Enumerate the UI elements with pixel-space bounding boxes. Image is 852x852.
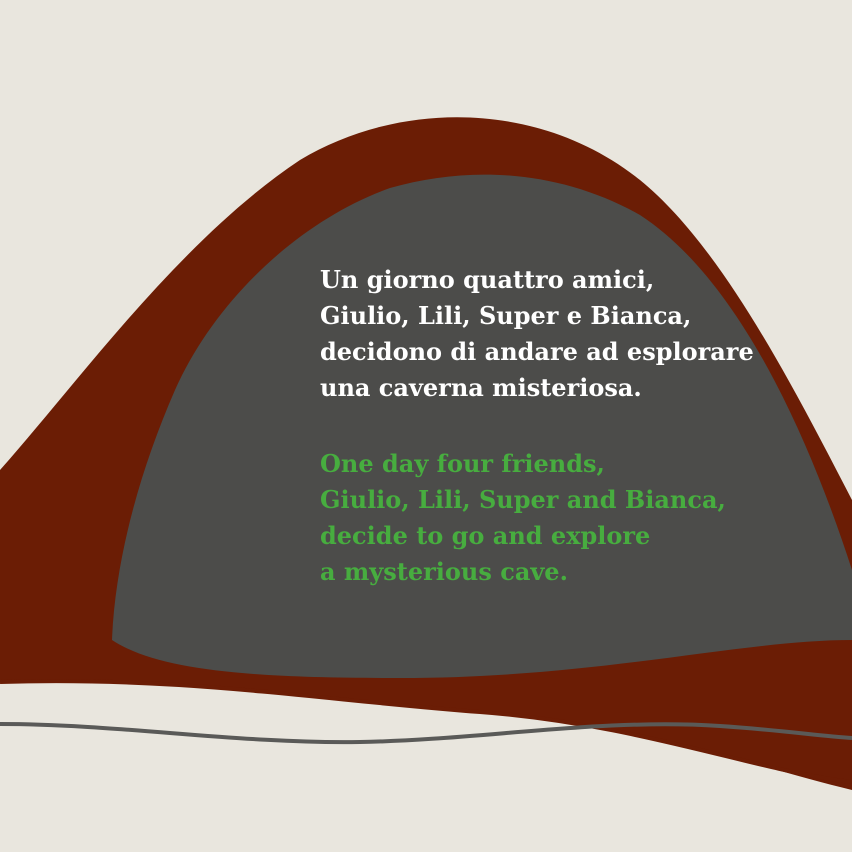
story-page: Un giorno quattro amici, Giulio, Lili, S… [0,0,852,852]
english-line: a mysterious cave. [320,557,568,586]
english-line: One day four friends, [320,449,605,478]
story-text: Un giorno quattro amici, Giulio, Lili, S… [320,262,780,590]
italian-line: una caverna misteriosa. [320,373,642,402]
italian-line: Un giorno quattro amici, [320,265,655,294]
italian-line: decidono di andare ad esplorare [320,337,754,366]
english-line: decide to go and explore [320,521,651,550]
italian-paragraph: Un giorno quattro amici, Giulio, Lili, S… [320,262,780,406]
english-paragraph: One day four friends, Giulio, Lili, Supe… [320,446,780,590]
italian-line: Giulio, Lili, Super e Bianca, [320,301,692,330]
english-line: Giulio, Lili, Super and Bianca, [320,485,726,514]
